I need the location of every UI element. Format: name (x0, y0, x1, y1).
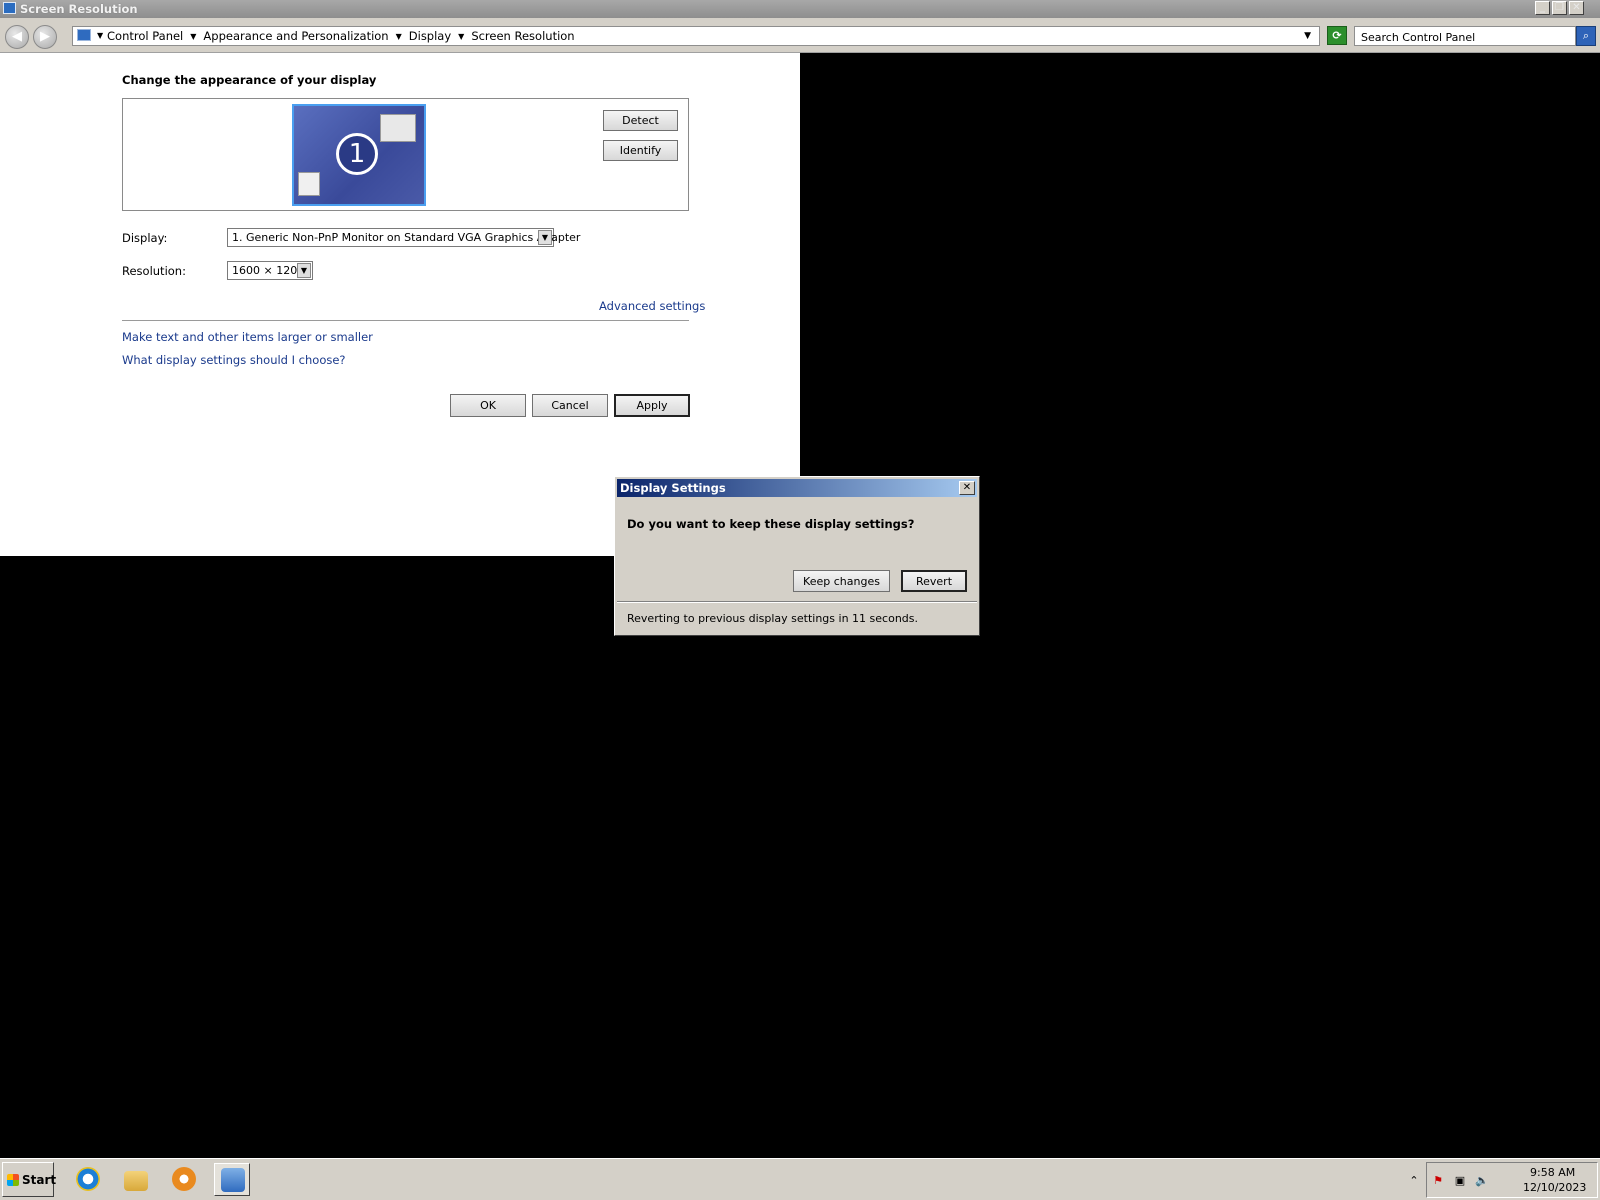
close-window-button[interactable]: ✕ (1569, 1, 1584, 15)
chevron-down-icon[interactable]: ▼ (97, 31, 103, 40)
advanced-settings-link[interactable]: Advanced settings (599, 299, 705, 313)
search-input[interactable] (1359, 28, 1553, 46)
countdown-status: Reverting to previous display settings i… (627, 612, 918, 625)
taskbar: Start ⌃ ⚑ ▣ 🔈 9:58 AM 12/10/2023 (0, 1158, 1600, 1200)
apply-button[interactable]: Apply (614, 394, 690, 417)
system-tray: ⌃ ⚑ ▣ 🔈 9:58 AM 12/10/2023 (1409, 1162, 1598, 1198)
forward-arrow-icon[interactable]: ▶ (33, 25, 57, 49)
history-dropdown-icon[interactable]: ▼ (1304, 31, 1311, 41)
breadcrumb[interactable]: ▼ Control Panel ▼ Appearance and Personali… (72, 26, 1320, 46)
internet-explorer-icon[interactable] (70, 1163, 106, 1196)
dialog-title: Display Settings (620, 481, 726, 495)
breadcrumb-screen-resolution[interactable]: Screen Resolution (471, 29, 574, 43)
resolution-label: Resolution: (122, 264, 186, 278)
detect-button[interactable]: Detect (603, 110, 678, 131)
monitor-1-thumbnail[interactable]: 1 (292, 104, 426, 206)
minimize-button[interactable]: _ (1535, 1, 1550, 15)
clock-time[interactable]: 9:58 AM (1530, 1166, 1575, 1179)
close-icon[interactable]: ✕ (959, 481, 975, 495)
window-title: Screen Resolution (20, 2, 138, 16)
back-arrow-icon[interactable]: ◀ (5, 25, 29, 49)
action-center-icon[interactable]: ⚑ (1431, 1174, 1445, 1188)
search-icon[interactable]: ⌕ (1576, 26, 1596, 46)
identify-button[interactable]: Identify (603, 140, 678, 161)
breadcrumb-display[interactable]: Display (409, 29, 451, 43)
dialog-titlebar[interactable]: Display Settings ✕ (617, 479, 977, 497)
divider (122, 320, 689, 321)
volume-muted-icon[interactable]: 🔈 (1475, 1174, 1489, 1188)
chevron-down-icon[interactable]: ▼ (190, 32, 196, 41)
window-thumbnail-icon (298, 172, 320, 196)
display-preview: 1 Detect Identify (122, 98, 689, 211)
keep-changes-button[interactable]: Keep changes (793, 570, 890, 592)
window-titlebar[interactable]: Screen Resolution _ ❐ ✕ (0, 0, 1600, 18)
display-icon (3, 2, 16, 14)
chevron-down-icon[interactable]: ▼ (297, 263, 311, 278)
ok-button[interactable]: OK (450, 394, 526, 417)
media-player-icon[interactable] (166, 1163, 202, 1196)
windows-logo-icon (7, 1174, 19, 1186)
display-label: Display: (122, 231, 168, 245)
control-panel-icon (77, 29, 91, 41)
chevron-down-icon[interactable]: ▼ (458, 32, 464, 41)
search-box[interactable] (1354, 26, 1576, 46)
page-title: Change the appearance of your display (122, 73, 377, 87)
chevron-down-icon[interactable]: ▼ (396, 32, 402, 41)
show-hidden-icons-icon[interactable]: ⌃ (1407, 1174, 1421, 1188)
resolution-select-value: 1600 × 1200 (232, 264, 305, 277)
cancel-button[interactable]: Cancel (532, 394, 608, 417)
control-panel-icon[interactable] (214, 1163, 250, 1196)
address-bar: ◀ ▶ ▼ Control Panel ▼ Appearance and Perso… (0, 18, 1600, 53)
monitor-number: 1 (336, 133, 378, 175)
breadcrumb-control-panel[interactable]: Control Panel (107, 29, 183, 43)
revert-button[interactable]: Revert (901, 570, 967, 592)
file-explorer-icon[interactable] (118, 1163, 154, 1196)
display-select[interactable]: 1. Generic Non-PnP Monitor on Standard V… (227, 228, 580, 247)
clock-date[interactable]: 12/10/2023 (1523, 1181, 1586, 1194)
restore-button[interactable]: ❐ (1552, 1, 1567, 15)
display-settings-dialog: Display Settings ✕ Do you want to keep t… (614, 476, 980, 636)
start-button[interactable]: Start (2, 1162, 57, 1197)
display-help-link[interactable]: What display settings should I choose? (122, 353, 346, 367)
window-thumbnail-icon (380, 114, 416, 142)
text-size-link[interactable]: Make text and other items larger or smal… (122, 330, 373, 344)
display-select-value: 1. Generic Non-PnP Monitor on Standard V… (232, 231, 581, 244)
resolution-select[interactable]: 1600 × 1200 ▼ (227, 261, 313, 280)
breadcrumb-appearance[interactable]: Appearance and Personalization (203, 29, 388, 43)
start-label: Start (22, 1173, 57, 1187)
divider (617, 601, 977, 603)
network-icon[interactable]: ▣ (1453, 1174, 1467, 1188)
dialog-question: Do you want to keep these display settin… (627, 517, 915, 531)
refresh-icon[interactable]: ⟳ (1327, 26, 1347, 45)
chevron-down-icon[interactable]: ▼ (538, 230, 552, 245)
